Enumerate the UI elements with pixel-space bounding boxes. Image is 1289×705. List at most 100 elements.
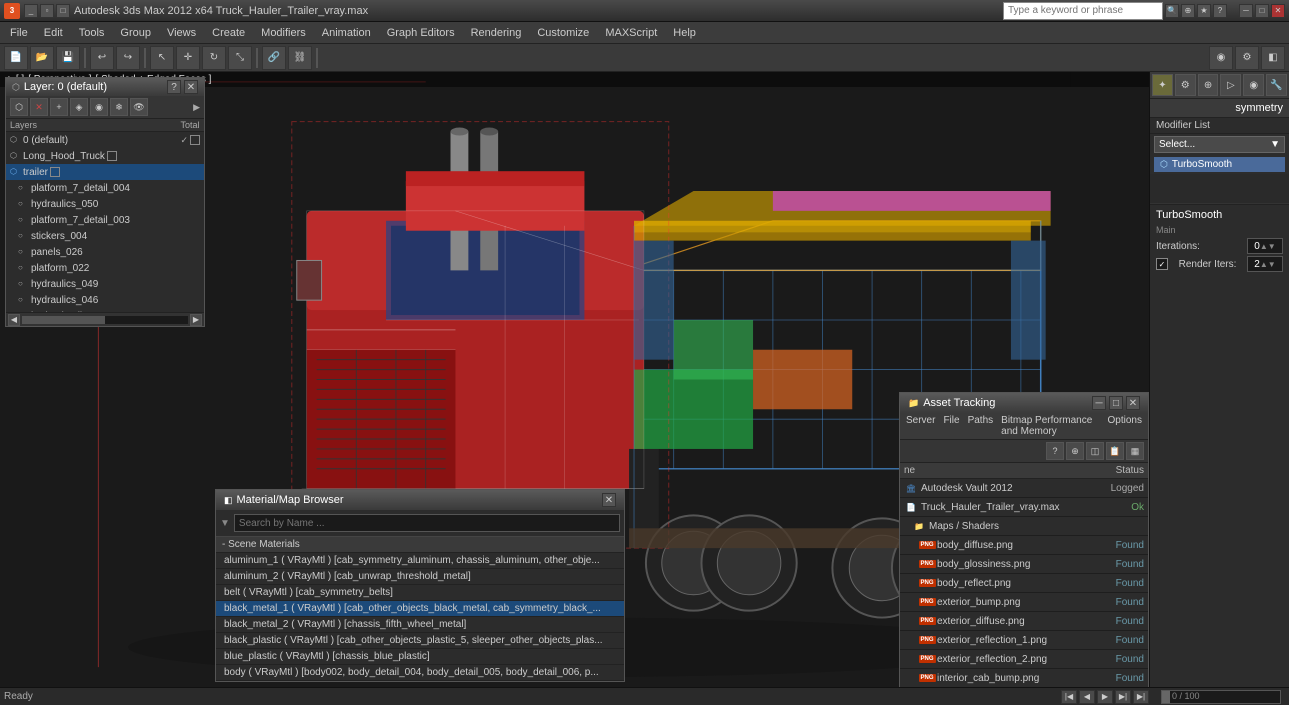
at-btn-1[interactable]: ? [1046, 442, 1064, 460]
at-item-maps-folder[interactable]: 📁 Maps / Shaders [900, 517, 1148, 536]
menu-create[interactable]: Create [204, 22, 253, 43]
toolbar-save[interactable]: 💾 [56, 46, 80, 70]
menu-views[interactable]: Views [159, 22, 204, 43]
mat-item-aluminum1[interactable]: aluminum_1 ( VRayMtl ) [cab_symmetry_alu… [216, 553, 624, 569]
layers-list[interactable]: ⬡ 0 (default) ✓ ⬡ Long_Hood_Truck ⬡ trai… [6, 132, 204, 312]
timeline-end-btn[interactable]: ▶| [1133, 690, 1149, 704]
maximize-button[interactable]: □ [56, 4, 70, 18]
at-item-body-diffuse[interactable]: PNG body_diffuse.png Found [900, 536, 1148, 555]
cmd-create-btn[interactable]: ✦ [1152, 74, 1173, 96]
layer-item-platform7d4[interactable]: ○ platform_7_detail_004 [6, 180, 204, 196]
layer-item-platform7d3[interactable]: ○ platform_7_detail_003 [6, 212, 204, 228]
mat-item-belt[interactable]: belt ( VRayMtl ) [cab_symmetry_belts] [216, 585, 624, 601]
layer-item-trailer[interactable]: ⬡ trailer [6, 164, 204, 180]
menu-group[interactable]: Group [112, 22, 159, 43]
at-item-body-reflect[interactable]: PNG body_reflect.png Found [900, 574, 1148, 593]
menu-file[interactable]: File [2, 22, 36, 43]
bookmark-button[interactable]: ★ [1197, 4, 1211, 18]
at-btn-3[interactable]: ◫ [1086, 442, 1104, 460]
at-item-exterior-refl1[interactable]: PNG exterior_reflection_1.png Found [900, 631, 1148, 650]
toolbar-material-editor[interactable]: ◧ [1261, 46, 1285, 70]
toolbar-move[interactable]: ✛ [176, 46, 200, 70]
at-close-button[interactable]: ✕ [1126, 396, 1140, 410]
restore-button[interactable]: ▫ [40, 4, 54, 18]
mat-item-blackmetal1[interactable]: black_metal_1 ( VRayMtl ) [cab_other_obj… [216, 601, 624, 617]
layer-item-bodydetail006[interactable]: ○ body_detail_006 [6, 308, 204, 312]
mat-item-blueplastic[interactable]: blue_plastic ( VRayMtl ) [chassis_blue_p… [216, 649, 624, 665]
at-btn-4[interactable]: 📋 [1106, 442, 1124, 460]
layer-item-0[interactable]: ⬡ 0 (default) ✓ [6, 132, 204, 148]
layer-hide-button[interactable]: 👁 [130, 98, 148, 116]
menu-tools[interactable]: Tools [71, 22, 113, 43]
layer-item-hydraulics050[interactable]: ○ hydraulics_050 [6, 196, 204, 212]
toolbar-rotate[interactable]: ↻ [202, 46, 226, 70]
at-menu-options[interactable]: Options [1108, 415, 1142, 437]
asset-tracking-body[interactable]: 🏛 Autodesk Vault 2012 Logged 📄 Truck_Hau… [900, 479, 1148, 687]
layers-close-button[interactable]: ✕ [184, 80, 198, 94]
at-item-interior-cab-bump[interactable]: PNG interior_cab_bump.png Found [900, 669, 1148, 687]
viewport-area[interactable]: + [ ] [ Perspective ] [ Shaded + Edged F… [0, 72, 1149, 687]
layer-trailer-box[interactable] [50, 167, 60, 177]
window-close-button[interactable]: ✕ [1271, 4, 1285, 18]
toolbar-open[interactable]: 📂 [30, 46, 54, 70]
toolbar-scale[interactable]: ⤡ [228, 46, 252, 70]
material-search-input[interactable] [234, 514, 620, 532]
at-item-mainfile[interactable]: 📄 Truck_Hauler_Trailer_vray.max Ok [900, 498, 1148, 517]
at-item-exterior-diffuse[interactable]: PNG exterior_diffuse.png Found [900, 612, 1148, 631]
cmd-modify-btn[interactable]: ⚙ [1175, 74, 1196, 96]
at-item-exterior-refl2[interactable]: PNG exterior_reflection_2.png Found [900, 650, 1148, 669]
material-search-area[interactable]: ▼ [216, 510, 624, 537]
menu-animation[interactable]: Animation [314, 22, 379, 43]
at-btn-5[interactable]: ▦ [1126, 442, 1144, 460]
toolbar-render[interactable]: ◉ [1209, 46, 1233, 70]
menu-rendering[interactable]: Rendering [463, 22, 530, 43]
menu-modifiers[interactable]: Modifiers [253, 22, 314, 43]
at-btn-2[interactable]: ⊕ [1066, 442, 1084, 460]
material-browser-close[interactable]: ✕ [602, 493, 616, 507]
search-button[interactable]: 🔍 [1165, 4, 1179, 18]
at-restore-button[interactable]: □ [1109, 396, 1123, 410]
mat-item-blackplastic[interactable]: black_plastic ( VRayMtl ) [cab_other_obj… [216, 633, 624, 649]
ts-render-checkbox[interactable]: ✓ [1156, 258, 1168, 270]
toolbar-undo[interactable]: ↩ [90, 46, 114, 70]
layers-scroll-right-btn[interactable]: ▶ [190, 314, 202, 326]
menu-customize[interactable]: Customize [529, 22, 597, 43]
layer-freeze-button[interactable]: ❄ [110, 98, 128, 116]
layer-item-hydraulics049[interactable]: ○ hydraulics_049 [6, 276, 204, 292]
layer-highlight-button[interactable]: ◉ [90, 98, 108, 116]
at-item-body-glossiness[interactable]: PNG body_glossiness.png Found [900, 555, 1148, 574]
layer-longhoodtruck-box[interactable] [107, 151, 117, 161]
cmd-motion-btn[interactable]: ▷ [1220, 74, 1241, 96]
layer-item-stickers004[interactable]: ○ stickers_004 [6, 228, 204, 244]
help-button[interactable]: ? [1213, 4, 1227, 18]
mat-item-aluminum2[interactable]: aluminum_2 ( VRayMtl ) [cab_unwrap_thres… [216, 569, 624, 585]
layers-scroll-left-btn[interactable]: ◀ [8, 314, 20, 326]
mat-item-blackmetal2[interactable]: black_metal_2 ( VRayMtl ) [chassis_fifth… [216, 617, 624, 633]
modifier-list-dropdown[interactable]: Select... ▼ [1154, 136, 1285, 153]
toolbar-unlink[interactable]: ⛓ [288, 46, 312, 70]
minimize-button[interactable]: _ [24, 4, 38, 18]
at-menu-server[interactable]: Server [906, 415, 935, 437]
ts-render-iters-value[interactable]: 2 ▲▼ [1247, 256, 1283, 272]
layers-scroll-right[interactable]: ▶ [193, 102, 200, 113]
layers-help-button[interactable]: ? [167, 80, 181, 94]
window-restore-button[interactable]: □ [1255, 4, 1269, 18]
at-minimize-button[interactable]: ─ [1092, 396, 1106, 410]
menu-maxscript[interactable]: MAXScript [597, 22, 665, 43]
menu-help[interactable]: Help [665, 22, 704, 43]
cmd-hierarchy-btn[interactable]: ⊕ [1198, 74, 1219, 96]
timeline-scrubber[interactable]: 0 / 100 [1161, 690, 1281, 704]
window-minimize-button[interactable]: ─ [1239, 4, 1253, 18]
layer-item-panels026[interactable]: ○ panels_026 [6, 244, 204, 260]
menu-edit[interactable]: Edit [36, 22, 71, 43]
toolbar-redo[interactable]: ↪ [116, 46, 140, 70]
layer-add-selected-button[interactable]: + [50, 98, 68, 116]
ts-iterations-value[interactable]: 0 ▲▼ [1247, 238, 1283, 254]
layer-0-box[interactable] [190, 135, 200, 145]
cmd-utilities-btn[interactable]: 🔧 [1266, 74, 1287, 96]
toolbar-new[interactable]: 📄 [4, 46, 28, 70]
toolbar-link[interactable]: 🔗 [262, 46, 286, 70]
layer-item-longhoodtruck[interactable]: ⬡ Long_Hood_Truck [6, 148, 204, 164]
timeline-next-btn[interactable]: ▶| [1115, 690, 1131, 704]
at-item-vault[interactable]: 🏛 Autodesk Vault 2012 Logged [900, 479, 1148, 498]
